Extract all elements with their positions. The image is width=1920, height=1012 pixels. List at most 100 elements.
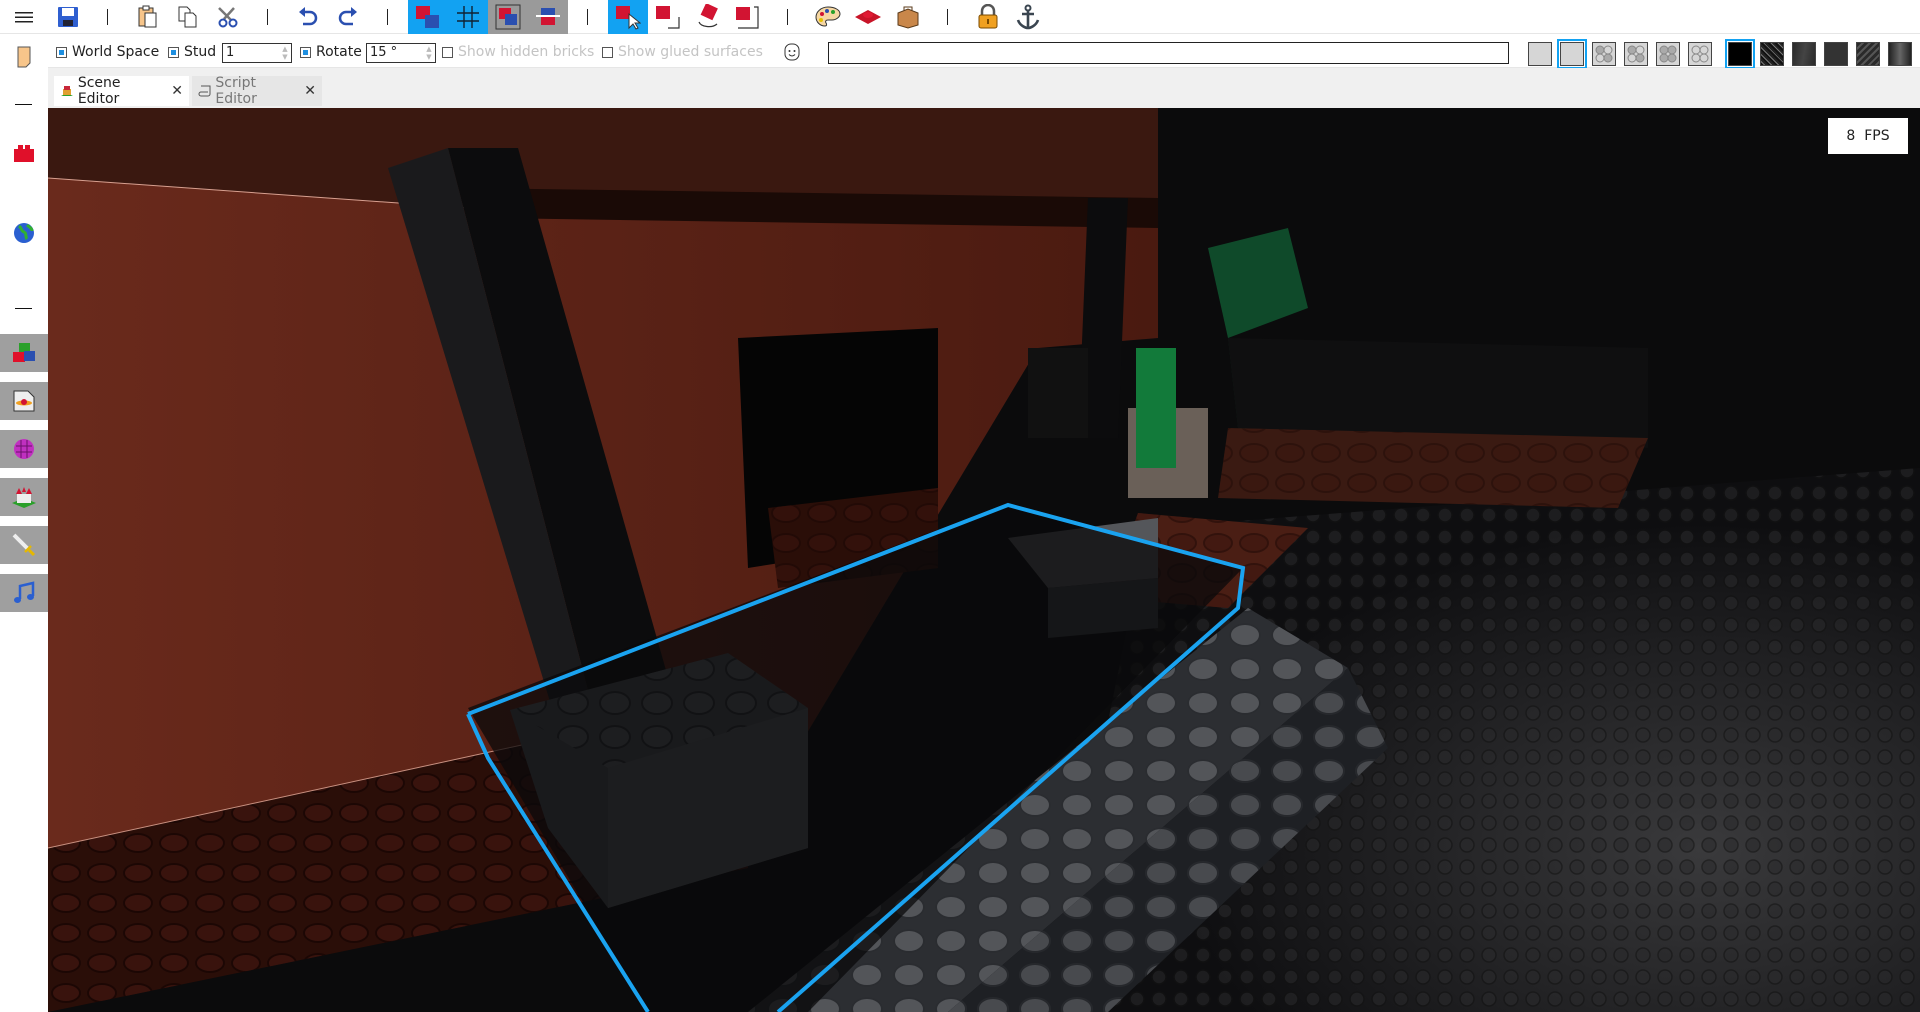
paste-icon <box>138 5 157 28</box>
editor-tabs: Scene Editor ✕ Script Editor ✕ <box>48 68 1920 108</box>
anchor-icon <box>1016 4 1040 30</box>
stud-style-diagonal-b[interactable] <box>1624 42 1648 66</box>
stud-style-smooth-outline[interactable] <box>1557 39 1587 69</box>
align-toggle[interactable] <box>528 0 568 34</box>
world-space-checkbox[interactable]: World Space <box>56 36 159 68</box>
texture-metallic[interactable] <box>1888 42 1912 66</box>
sword-icon <box>12 533 36 557</box>
sidebar-panel-decals[interactable] <box>0 382 48 420</box>
tab-label: Scene Editor <box>77 75 121 107</box>
undo-icon <box>299 7 318 26</box>
tab-script-editor[interactable]: Script Editor ✕ <box>192 75 322 107</box>
stud-value: 1 <box>226 45 235 60</box>
scale-tool[interactable] <box>730 0 766 34</box>
scene-icon <box>61 86 73 96</box>
spin-arrows-icon[interactable]: ▲ ▼ <box>425 45 433 61</box>
texture-dark-plain[interactable] <box>1824 42 1848 66</box>
paint-tool[interactable] <box>810 0 846 34</box>
checkbox-checked[interactable] <box>300 46 311 58</box>
grid-globe-icon <box>14 439 34 459</box>
cut-button[interactable] <box>212 0 244 34</box>
rotate-checkbox[interactable]: Rotate <box>300 36 362 68</box>
toolbar-separator <box>107 9 108 25</box>
emoji-button[interactable] <box>784 36 800 68</box>
close-tab-icon[interactable]: ✕ <box>171 83 183 99</box>
show-glued-surfaces-checkbox[interactable]: Show glued surfaces <box>602 36 763 68</box>
texture-rough[interactable] <box>1856 42 1880 66</box>
sidebar-brick-button[interactable] <box>0 138 48 168</box>
sidebar-bookmark-button[interactable] <box>0 42 48 72</box>
rotate-label: Rotate <box>316 44 362 60</box>
checkbox-checked[interactable] <box>56 46 67 58</box>
save-button[interactable] <box>52 0 84 34</box>
world-space-label: World Space <box>72 44 160 60</box>
move-tool[interactable] <box>650 0 686 34</box>
stud-style-diagonal-a[interactable] <box>1592 42 1616 66</box>
red-brick-icon <box>14 145 34 162</box>
fps-label: 8 FPS <box>1846 128 1890 144</box>
menu-button[interactable] <box>8 0 40 34</box>
copy-button[interactable] <box>172 0 204 34</box>
close-tab-icon[interactable]: ✕ <box>304 83 316 99</box>
checkbox-unchecked[interactable] <box>602 46 613 58</box>
green-brick <box>1136 348 1176 468</box>
redo-button[interactable] <box>332 0 364 34</box>
checkbox-unchecked[interactable] <box>442 46 453 58</box>
globe-icon <box>14 223 34 243</box>
sidebar-separator <box>15 104 32 105</box>
bricks-icon <box>13 343 35 362</box>
texture-black[interactable] <box>1725 39 1755 69</box>
select-brick-icon <box>616 6 641 30</box>
search-input[interactable] <box>828 42 1509 64</box>
stud-spinbox[interactable]: 1 ▲ ▼ <box>222 43 292 63</box>
sidebar-world-button[interactable] <box>0 218 48 248</box>
stud-checkbox[interactable]: Stud <box>168 36 216 68</box>
grid-snap-toggle[interactable] <box>448 0 488 34</box>
brick-snap-toggle[interactable] <box>408 0 448 34</box>
sidebar-panel-bricks[interactable] <box>0 334 48 372</box>
sidebar-separator <box>15 308 32 309</box>
studs-pattern-icon <box>1659 45 1677 63</box>
texture-noise[interactable] <box>1760 42 1784 66</box>
tab-label: Script Editor <box>215 75 257 107</box>
fps-counter: 8 FPS <box>1828 118 1908 154</box>
sidebar-panel-audio[interactable] <box>0 574 48 612</box>
rotate-value: 15 ° <box>370 45 398 60</box>
paste-button[interactable] <box>132 0 164 34</box>
surface-tool[interactable] <box>850 0 886 34</box>
rotate-tool[interactable] <box>690 0 726 34</box>
studs-pattern-icon <box>1627 45 1645 63</box>
stud-style-smooth[interactable] <box>1528 42 1552 66</box>
undo-button[interactable] <box>292 0 324 34</box>
decal-image-icon <box>13 390 35 412</box>
show-hidden-bricks-checkbox[interactable]: Show hidden bricks <box>442 36 594 68</box>
sidebar-panel-weapons[interactable] <box>0 526 48 564</box>
brick-overlap-icon <box>495 4 521 30</box>
show-glued-surfaces-label: Show glued surfaces <box>618 44 763 60</box>
stud-surface-icon <box>855 10 881 24</box>
overlap-toggle[interactable] <box>488 0 528 34</box>
toolbar-separator <box>267 9 268 25</box>
scene-render[interactable] <box>48 108 1920 1012</box>
sidebar-panel-environment[interactable] <box>0 430 48 468</box>
stud-style-empty[interactable] <box>1688 42 1712 66</box>
scene-viewport[interactable]: 8 FPS <box>48 108 1920 1012</box>
red-platform-far-studs <box>1218 428 1648 508</box>
material-tool[interactable] <box>890 0 926 34</box>
checkbox-checked[interactable] <box>168 46 179 58</box>
rotate-spinbox[interactable]: 15 ° ▲ ▼ <box>366 43 436 63</box>
tab-scene-editor[interactable]: Scene Editor ✕ <box>54 75 189 107</box>
lock-button[interactable] <box>970 0 1006 34</box>
studs-pattern-icon <box>1595 45 1613 63</box>
toolbar-separator <box>787 9 788 25</box>
toolbar-separator <box>947 9 948 25</box>
stud-style-full[interactable] <box>1656 42 1680 66</box>
sidebar-panel-game[interactable] <box>0 478 48 516</box>
select-tool[interactable] <box>608 0 648 34</box>
lock-icon <box>978 4 998 29</box>
anchor-button[interactable] <box>1010 0 1046 34</box>
spin-arrows-icon[interactable]: ▲ ▼ <box>281 45 289 61</box>
texture-scratched[interactable] <box>1792 42 1816 66</box>
castle-icon <box>12 487 36 508</box>
brick-snap-icon <box>416 6 439 28</box>
